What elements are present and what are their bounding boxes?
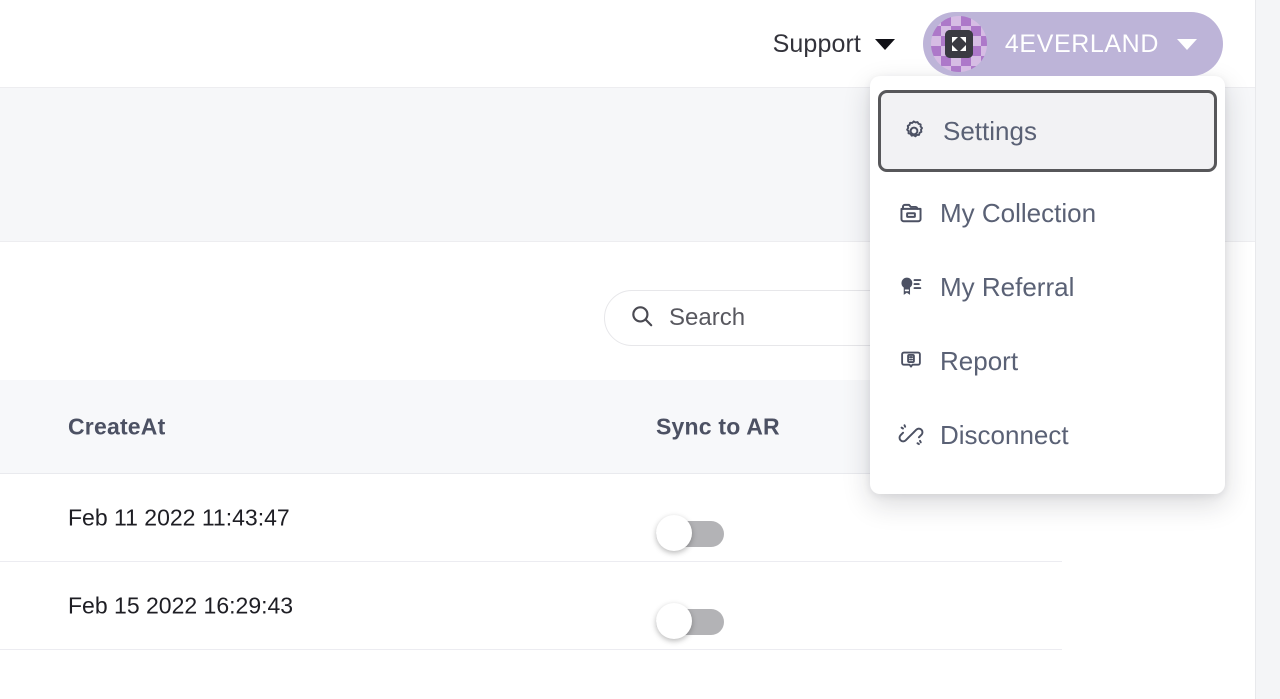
search-icon [629, 303, 655, 334]
vertical-scrollbar-track[interactable] [1255, 0, 1280, 699]
gear-icon [901, 118, 927, 144]
menu-item-label: My Collection [940, 198, 1097, 228]
account-name-label: 4EVERLAND [1004, 29, 1159, 58]
search-placeholder-text: Search [669, 304, 746, 331]
folder-icon [898, 200, 924, 226]
avatar [930, 16, 987, 72]
column-header-sync-to-ar: Sync to AR [656, 413, 780, 439]
menu-item-label: My Referral [940, 272, 1075, 302]
chevron-down-icon [874, 38, 895, 50]
toggle-knob [656, 514, 692, 551]
broken-link-icon [898, 422, 924, 448]
table-row[interactable]: Feb 15 2022 16:29:43 off [0, 562, 1062, 650]
chevron-down-icon [1177, 38, 1197, 50]
award-icon [898, 274, 924, 300]
cell-createat: Feb 15 2022 16:29:43 [68, 592, 294, 618]
header-right-controls: Support 4EVERLAND [771, 0, 1223, 88]
page-column: Support 4EVERLAND Search CreateAt Sync t… [0, 0, 1255, 699]
menu-item-my-referral[interactable]: My Referral [870, 250, 1225, 324]
column-header-createat: CreateAt [68, 413, 166, 439]
app-root: Support 4EVERLAND Search CreateAt Sync t… [0, 0, 1280, 699]
menu-item-settings[interactable]: Settings [878, 90, 1217, 172]
menu-item-disconnect[interactable]: Disconnect [870, 398, 1225, 472]
avatar-checker-icon [944, 30, 973, 58]
menu-item-label: Disconnect [940, 420, 1069, 450]
menu-item-label: Settings [943, 116, 1037, 146]
menu-item-label: Report [940, 346, 1019, 376]
messages-icon [898, 348, 924, 374]
support-label: Support [772, 29, 861, 58]
account-menu-button[interactable]: 4EVERLAND [922, 12, 1223, 76]
support-dropdown-button[interactable]: Support [771, 26, 897, 63]
cell-createat: Feb 11 2022 11:43:47 [68, 504, 290, 530]
account-dropdown-menu: Settings My Collection My Referral Repor… [870, 76, 1225, 494]
app-header: Support 4EVERLAND [0, 0, 1255, 88]
menu-item-report[interactable]: Report [870, 324, 1225, 398]
menu-item-my-collection[interactable]: My Collection [870, 176, 1225, 250]
toggle-knob [656, 602, 692, 639]
